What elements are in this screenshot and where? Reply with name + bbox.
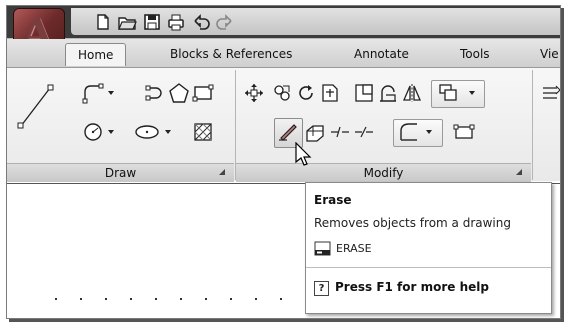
help-icon: ?: [314, 281, 329, 296]
circle-dropdown-icon[interactable]: [108, 130, 114, 134]
tooltip-help-text: Press F1 for more help: [335, 280, 489, 294]
tooltip-divider: [306, 267, 551, 268]
arc-tool-icon[interactable]: [144, 82, 166, 104]
open-icon[interactable]: [117, 12, 137, 32]
quick-access-toolbar: [71, 8, 560, 35]
save-icon[interactable]: [142, 12, 162, 32]
break-tool-icon[interactable]: [329, 121, 351, 143]
ribbon-tab-bar: Home Blocks & References Annotate Tools …: [7, 39, 560, 68]
tooltip-command-name: ERASE: [336, 242, 372, 255]
chamfer-dropdown-icon[interactable]: [426, 130, 432, 134]
fillet-tool-icon[interactable]: [377, 82, 399, 104]
move-tool-icon[interactable]: [243, 82, 265, 104]
grid-dot: [105, 298, 107, 300]
explode-tool-icon[interactable]: [304, 121, 326, 143]
grid-dot: [255, 298, 257, 300]
ellipse-tool-icon[interactable]: [133, 121, 161, 143]
layer-properties-icon[interactable]: [540, 82, 560, 104]
circle-tool-icon[interactable]: [82, 121, 104, 143]
grid-dot: [155, 298, 157, 300]
tab-blocks-references[interactable]: Blocks & References: [170, 43, 292, 65]
chamfer-tool-icon[interactable]: [398, 121, 420, 143]
array-tool-icon[interactable]: [437, 82, 459, 104]
grid-dot: [280, 298, 282, 300]
grid-dot: [55, 298, 57, 300]
polyline-tool-icon[interactable]: [82, 82, 104, 104]
mouse-pointer-icon: [295, 141, 315, 168]
draw-panel-launcher-icon[interactable]: [219, 169, 225, 175]
erase-tool-icon[interactable]: [277, 120, 299, 142]
title-bar: [7, 6, 560, 39]
command-line-icon: [314, 240, 331, 257]
new-icon[interactable]: [93, 12, 113, 32]
panel-divider: [532, 70, 533, 180]
trim-tool-icon[interactable]: [319, 82, 341, 104]
modify-panel-launcher-icon[interactable]: [516, 169, 522, 175]
polygon-tool-icon[interactable]: [168, 82, 190, 104]
undo-icon[interactable]: [191, 12, 211, 32]
stretch-tool-icon[interactable]: [353, 82, 375, 104]
tooltip-title: Erase: [314, 193, 352, 207]
join-tool-icon[interactable]: [353, 121, 375, 143]
modify-panel-title[interactable]: Modify: [236, 163, 531, 182]
edit-polyline-tool-icon[interactable]: [453, 121, 475, 143]
array-dropdown-icon[interactable]: [469, 91, 475, 95]
tab-tools[interactable]: Tools: [460, 43, 490, 65]
tab-annotate[interactable]: Annotate: [354, 43, 409, 65]
grid-dot: [180, 298, 182, 300]
redo-icon[interactable]: [215, 12, 235, 32]
line-tool-icon[interactable]: [16, 80, 56, 132]
rectangle-tool-icon[interactable]: [192, 82, 214, 104]
rotate-tool-icon[interactable]: [295, 82, 317, 104]
tab-home[interactable]: Home: [65, 43, 127, 66]
polyline-dropdown-icon[interactable]: [108, 91, 114, 95]
grid-dot: [205, 298, 207, 300]
mirror-tool-icon[interactable]: [401, 82, 423, 104]
ellipse-dropdown-icon[interactable]: [165, 130, 171, 134]
grid-dot: [230, 298, 232, 300]
tooltip-description: Removes objects from a drawing: [314, 216, 511, 230]
grid-dot: [80, 298, 82, 300]
copy-tool-icon[interactable]: [271, 82, 293, 104]
tab-view[interactable]: Vie: [540, 43, 559, 65]
ribbon: Draw Modify: [7, 68, 560, 182]
draw-panel-title[interactable]: Draw: [7, 163, 234, 182]
erase-tooltip: Erase Removes objects from a drawing ERA…: [305, 182, 552, 314]
print-icon[interactable]: [166, 12, 186, 32]
grid-dot: [130, 298, 132, 300]
autocad-window: A Home Blocks & References Annotate Tool…: [6, 5, 561, 319]
hatch-tool-icon[interactable]: [192, 121, 214, 143]
